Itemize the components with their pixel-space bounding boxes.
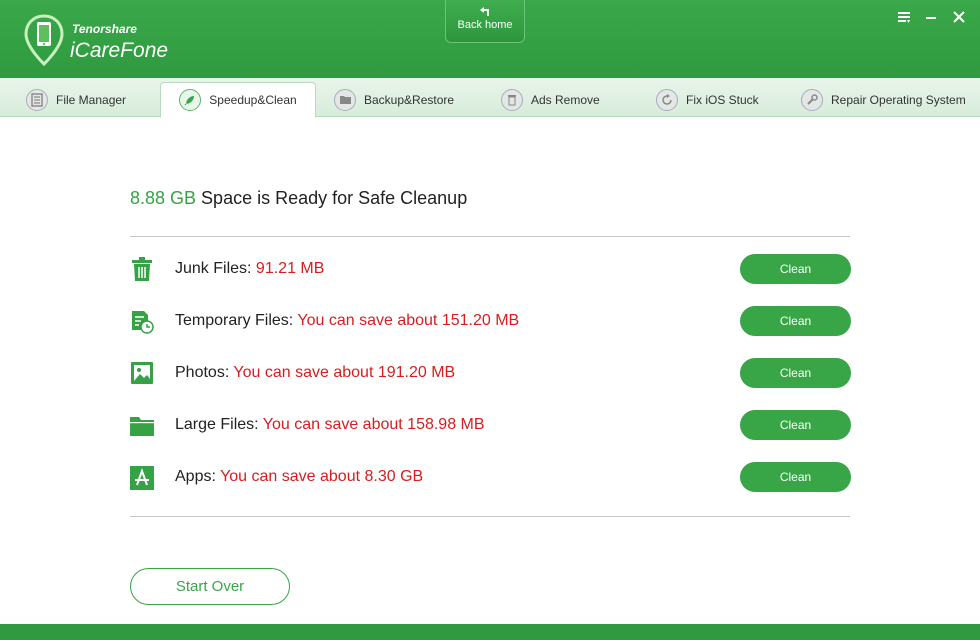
tab-ads-remove[interactable]: Ads Remove: [501, 82, 600, 117]
item-name: Apps:: [175, 468, 221, 485]
folder-icon: [334, 88, 356, 111]
list-item-photos: Photos: You can save about 191.20 MB Cle…: [130, 358, 851, 388]
tab-label: Repair Operating System: [831, 92, 966, 107]
clean-large-files-button[interactable]: Clean: [740, 410, 851, 440]
tab-fix-ios-stuck[interactable]: Fix iOS Stuck: [656, 82, 759, 117]
tab-label: Fix iOS Stuck: [686, 92, 759, 107]
list-item-apps: Apps: You can save about 8.30 GB Clean: [130, 462, 851, 492]
cleanup-summary: 8.88 GB Space is Ready for Safe Cleanup: [130, 188, 467, 209]
item-value: You can save about 191.20 MB: [233, 364, 456, 381]
item-label: Junk Files: 91.21 MB: [175, 260, 324, 278]
title-bar: Tenorshare iCareFone Back home: [0, 0, 980, 78]
tab-label: File Manager: [56, 92, 127, 107]
temp-file-icon: [132, 311, 154, 334]
trash-icon: [501, 88, 523, 111]
photo-icon: [131, 362, 153, 384]
file-manager-icon: [26, 88, 48, 111]
item-value: 91.21 MB: [255, 260, 325, 277]
tab-backup-restore[interactable]: Backup&Restore: [334, 82, 454, 117]
clean-apps-button[interactable]: Clean: [740, 462, 851, 492]
item-value: You can save about 151.20 MB: [297, 312, 520, 329]
clean-junk-files-button[interactable]: Clean: [740, 254, 851, 284]
item-name: Junk Files:: [175, 260, 256, 277]
tab-repair-operating-system[interactable]: Repair Operating System: [801, 82, 966, 117]
item-label: Temporary Files: You can save about 151.…: [175, 312, 519, 330]
clean-photos-button[interactable]: Clean: [740, 358, 851, 388]
icarefone-logo-icon: [24, 14, 64, 66]
item-label: Photos: You can save about 191.20 MB: [175, 364, 455, 382]
back-arrow-icon: [480, 7, 489, 16]
item-label: Apps: You can save about 8.30 GB: [175, 468, 423, 486]
item-name: Photos:: [175, 364, 234, 381]
menu-icon[interactable]: [895, 8, 913, 26]
tab-label: Ads Remove: [531, 92, 600, 107]
list-item-large-files: Large Files: You can save about 158.98 M…: [130, 410, 851, 440]
divider-bottom: [130, 516, 850, 517]
start-over-button[interactable]: Start Over: [130, 568, 290, 605]
close-icon[interactable]: [950, 8, 968, 26]
folder-icon: [130, 417, 154, 436]
tab-bar: File Manager Speedup&Clean Backup&Restor…: [0, 78, 980, 118]
back-home-button[interactable]: Back home: [445, 0, 525, 43]
minimize-icon[interactable]: [922, 8, 940, 26]
back-home-label: Back home: [457, 19, 513, 31]
tab-label: Backup&Restore: [364, 92, 455, 107]
item-name: Large Files:: [175, 416, 263, 433]
item-name: Temporary Files:: [175, 312, 298, 329]
rocket-icon: [179, 89, 202, 111]
cleanup-summary-text: Space is Ready for Safe Cleanup: [196, 188, 468, 208]
clean-temporary-files-button[interactable]: Clean: [740, 306, 851, 336]
brand-name: iCareFone: [70, 39, 169, 62]
list-item-temporary-files: Temporary Files: You can save about 151.…: [130, 306, 851, 336]
refresh-icon: [656, 88, 678, 111]
cleanup-size: 8.88 GB: [130, 188, 197, 208]
item-label: Large Files: You can save about 158.98 M…: [175, 416, 485, 434]
list-item-junk-files: Junk Files: 91.21 MB Clean: [130, 254, 851, 284]
tab-label: Speedup&Clean: [209, 93, 297, 107]
footer-bar: [0, 624, 980, 640]
tab-file-manager[interactable]: File Manager: [26, 82, 126, 117]
trash-can-icon: [132, 257, 152, 281]
wrench-icon: [801, 88, 823, 111]
divider-top: [130, 236, 850, 237]
item-value: You can save about 8.30 GB: [220, 468, 424, 485]
app-store-icon: [130, 466, 154, 490]
item-value: You can save about 158.98 MB: [262, 416, 485, 433]
tab-speedup-clean[interactable]: Speedup&Clean: [160, 82, 316, 118]
brand-company: Tenorshare: [72, 22, 137, 36]
